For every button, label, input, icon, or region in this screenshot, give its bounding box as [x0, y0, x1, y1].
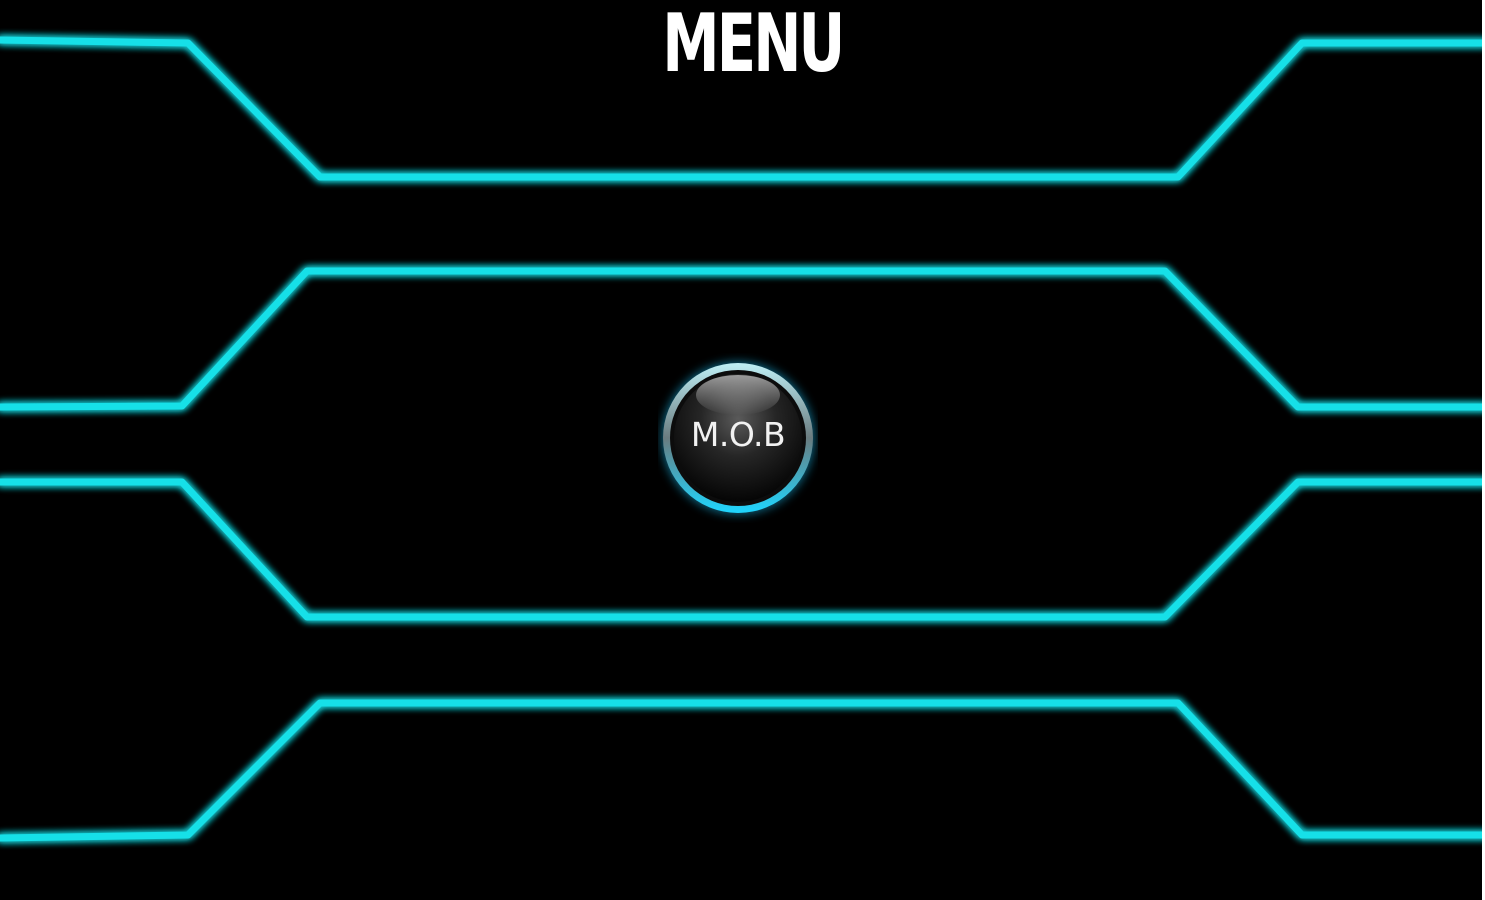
neon-line-4 — [0, 699, 1485, 842]
menu-title: MENU — [662, 0, 845, 90]
mob-button-label: M.O.B — [690, 415, 786, 454]
menu-screen: MENU M.O.B — [0, 0, 1485, 900]
mob-button[interactable]: M.O.B — [658, 353, 818, 523]
